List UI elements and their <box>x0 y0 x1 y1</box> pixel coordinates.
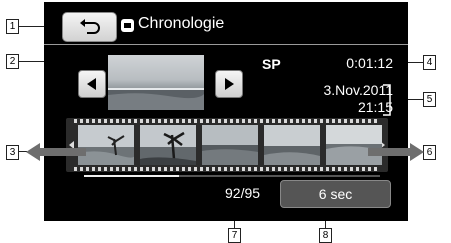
callout-8: 8 <box>319 228 332 243</box>
filmstrip-frame[interactable] <box>264 125 320 165</box>
filmstrip-frame[interactable] <box>202 125 258 165</box>
filmstrip-frame[interactable] <box>78 125 134 165</box>
recording-mode: SP <box>262 56 281 72</box>
scroll-right-arrow-icon <box>368 143 424 161</box>
callout-2: 2 <box>6 54 19 69</box>
triangle-left-icon <box>87 78 96 90</box>
previous-scene-button[interactable] <box>78 70 106 98</box>
triangle-right-icon <box>225 78 234 90</box>
callout-1: 1 <box>6 19 19 34</box>
scene-thumbnail-image <box>108 88 204 110</box>
filmstrip-frame[interactable] <box>140 125 196 165</box>
back-button[interactable] <box>62 12 117 42</box>
interval-button[interactable]: 6 sec <box>280 180 391 208</box>
filmstrip-perforation-bottom <box>74 167 380 171</box>
timeline-scrollbar-thumb[interactable] <box>84 175 179 177</box>
callout-4: 4 <box>423 55 436 70</box>
page-title: Chronologie <box>138 15 225 32</box>
callout-3: 3 <box>6 145 19 160</box>
date-bracket <box>383 84 391 116</box>
scene-thumbnail <box>108 55 204 110</box>
callout-5: 5 <box>423 92 436 107</box>
filmstrip-perforation-top <box>74 119 380 123</box>
timeline-icon <box>121 19 134 32</box>
callout-7: 7 <box>228 228 241 243</box>
callout-6: 6 <box>423 145 436 160</box>
scene-duration: 0:01:12 <box>346 55 393 71</box>
timeline-scrollbar[interactable] <box>84 175 380 177</box>
next-scene-button[interactable] <box>215 70 243 98</box>
return-arrow-icon <box>80 19 100 34</box>
header-divider <box>44 44 408 45</box>
filmstrip[interactable] <box>66 118 388 172</box>
scene-counter: 92/95 <box>225 185 261 201</box>
scroll-left-arrow-icon <box>26 143 86 161</box>
